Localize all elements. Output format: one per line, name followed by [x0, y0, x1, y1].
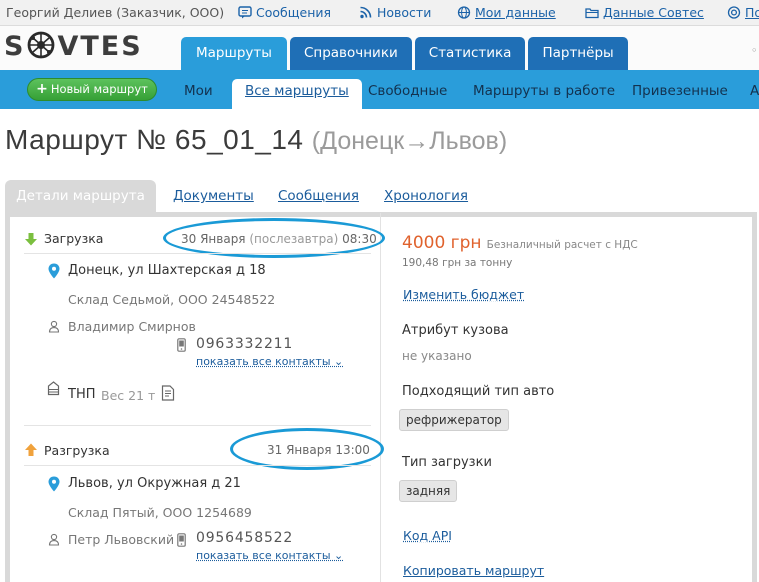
header-close-icon[interactable]: ◦	[751, 44, 758, 57]
messages-icon	[238, 6, 252, 19]
cargo-icon	[47, 381, 60, 396]
chevron-down-icon: ⌄	[334, 549, 344, 562]
rss-icon	[360, 6, 372, 19]
main-tabs: Маршруты Справочники Статистика Партнёры	[181, 37, 628, 70]
loading-show-contacts-label: показать все контакты	[196, 355, 331, 368]
tab-routes[interactable]: Маршруты	[181, 37, 287, 70]
loading-address: Донецк, ул Шахтерская д 18	[68, 263, 266, 278]
plus-icon: +	[36, 81, 48, 97]
arrow-up-icon	[25, 443, 37, 456]
my-data-link[interactable]: Мои данные	[457, 5, 556, 20]
subnav-my[interactable]: Мои	[184, 83, 213, 99]
logo-text-left: S	[4, 31, 26, 62]
body-attribute-label: Атрибут кузова	[402, 323, 509, 338]
tab-documents[interactable]: Документы	[173, 188, 254, 204]
mobile-phone-icon	[177, 338, 186, 352]
api-code-link[interactable]: Код API	[403, 528, 452, 543]
cargo-weight: Вес 21 т	[101, 388, 156, 403]
tab-directories[interactable]: Справочники	[289, 37, 412, 70]
unloading-show-contacts-link[interactable]: показать все контакты ⌄	[196, 549, 343, 562]
unloading-contact-name: Петр Львовский	[68, 532, 175, 547]
price-per-ton: 190,48 грн за тонну	[402, 257, 513, 269]
highlight-oval-loading	[163, 218, 385, 258]
chevron-down-icon: ⌄	[334, 355, 344, 368]
sovtes-data-link-label: Данные Совтес	[603, 5, 704, 20]
copy-route-link[interactable]: Копировать маршрут	[403, 563, 544, 578]
column-divider	[380, 213, 381, 582]
vehicle-type-label: Подходящий тип авто	[402, 384, 555, 399]
subnav-in-progress[interactable]: Маршруты в работе	[473, 83, 615, 99]
loading-contact-name: Владимир Смирнов	[68, 319, 196, 334]
arrow-down-icon	[25, 233, 37, 246]
current-user: Георгий Делиев (Заказчик, ООО)	[6, 5, 225, 20]
loading-type-chip: задняя	[399, 480, 458, 502]
logo-globe-icon	[28, 31, 55, 59]
header: S VTES Маршруты Справочники Статистика П…	[0, 26, 759, 70]
highlight-oval-unloading	[230, 428, 384, 470]
page-title: Маршрут № 65_01_14 (Донецк→Львов)	[5, 124, 507, 156]
sub-navigation: + Новый маршрут Мои Все маршруты Свободны…	[0, 70, 759, 109]
logo-text-right: VTES	[57, 31, 143, 62]
tab-statistics[interactable]: Статистика	[414, 37, 526, 70]
subnav-more[interactable]: А	[750, 83, 759, 99]
location-pin-icon	[48, 263, 60, 279]
subnav-free[interactable]: Свободные	[368, 83, 447, 99]
news-link[interactable]: Новости	[359, 5, 431, 20]
subnav-delivered[interactable]: Привезенные	[632, 83, 728, 99]
messages-link[interactable]: Сообщения	[238, 5, 331, 20]
body-attribute-value: не указано	[402, 349, 472, 363]
unloading-company: Склад Пятый, ООО 1254689	[68, 505, 252, 520]
loading-phone: 0963332211	[196, 336, 294, 352]
folder-icon	[585, 8, 599, 19]
person-icon	[48, 320, 60, 333]
payment-type: Безналичный расчет с НДС	[486, 239, 638, 251]
price-amount: 4000 грн	[402, 233, 482, 253]
unloading-show-contacts-label: показать все контакты	[196, 549, 331, 562]
vehicle-type-chip: рефрижератор	[399, 409, 509, 431]
person-icon	[48, 533, 60, 546]
sovtes-data-link[interactable]: Данные Совтес	[585, 5, 704, 20]
globe-icon	[457, 6, 471, 19]
unloading-phone: 0956458522	[196, 530, 294, 546]
budget-price: 4000 грн Безналичный расчет с НДС	[402, 233, 638, 253]
route-number: Маршрут № 65_01_14	[5, 124, 304, 155]
loading-show-contacts-link[interactable]: показать все контакты ⌄	[196, 355, 343, 368]
unloading-address: Львов, ул Окружная д 21	[68, 476, 241, 491]
loading-label: Загрузка	[44, 231, 104, 246]
unloading-label: Разгрузка	[44, 443, 110, 458]
subnav-all-routes[interactable]: Все маршруты	[232, 79, 362, 109]
loading-type-label: Тип загрузки	[402, 455, 492, 470]
mobile-phone-icon	[177, 533, 186, 547]
top-bar: Георгий Делиев (Заказчик, ООО) Сообщения…	[0, 0, 759, 26]
logo[interactable]: S VTES	[4, 30, 143, 62]
tab-chronology[interactable]: Хронология	[384, 188, 468, 204]
loading-company: Склад Седьмой, ООО 24548522	[68, 292, 276, 307]
my-data-link-label: Мои данные	[475, 5, 556, 20]
tab-route-details[interactable]: Детали маршрута	[5, 180, 156, 212]
location-pin-icon	[48, 476, 60, 492]
document-icon[interactable]	[161, 385, 175, 401]
section-separator	[24, 425, 371, 426]
tab-messages[interactable]: Сообщения	[278, 188, 359, 204]
help-link-label: По	[745, 5, 759, 20]
new-route-label: Новый маршрут	[50, 82, 148, 96]
change-budget-link[interactable]: Изменить бюджет	[403, 287, 524, 302]
new-route-button[interactable]: + Новый маршрут	[27, 78, 157, 101]
route-direction: (Донецк→Львов)	[311, 127, 508, 155]
loading-separator	[24, 253, 371, 254]
help-link[interactable]: По	[727, 5, 759, 20]
tab-partners[interactable]: Партнёры	[528, 37, 628, 70]
messages-link-label: Сообщения	[256, 5, 332, 20]
news-link-label: Новости	[377, 5, 432, 20]
cargo-type: ТНП	[68, 387, 96, 402]
lifebuoy-icon	[727, 6, 741, 19]
unloading-separator	[24, 465, 371, 466]
